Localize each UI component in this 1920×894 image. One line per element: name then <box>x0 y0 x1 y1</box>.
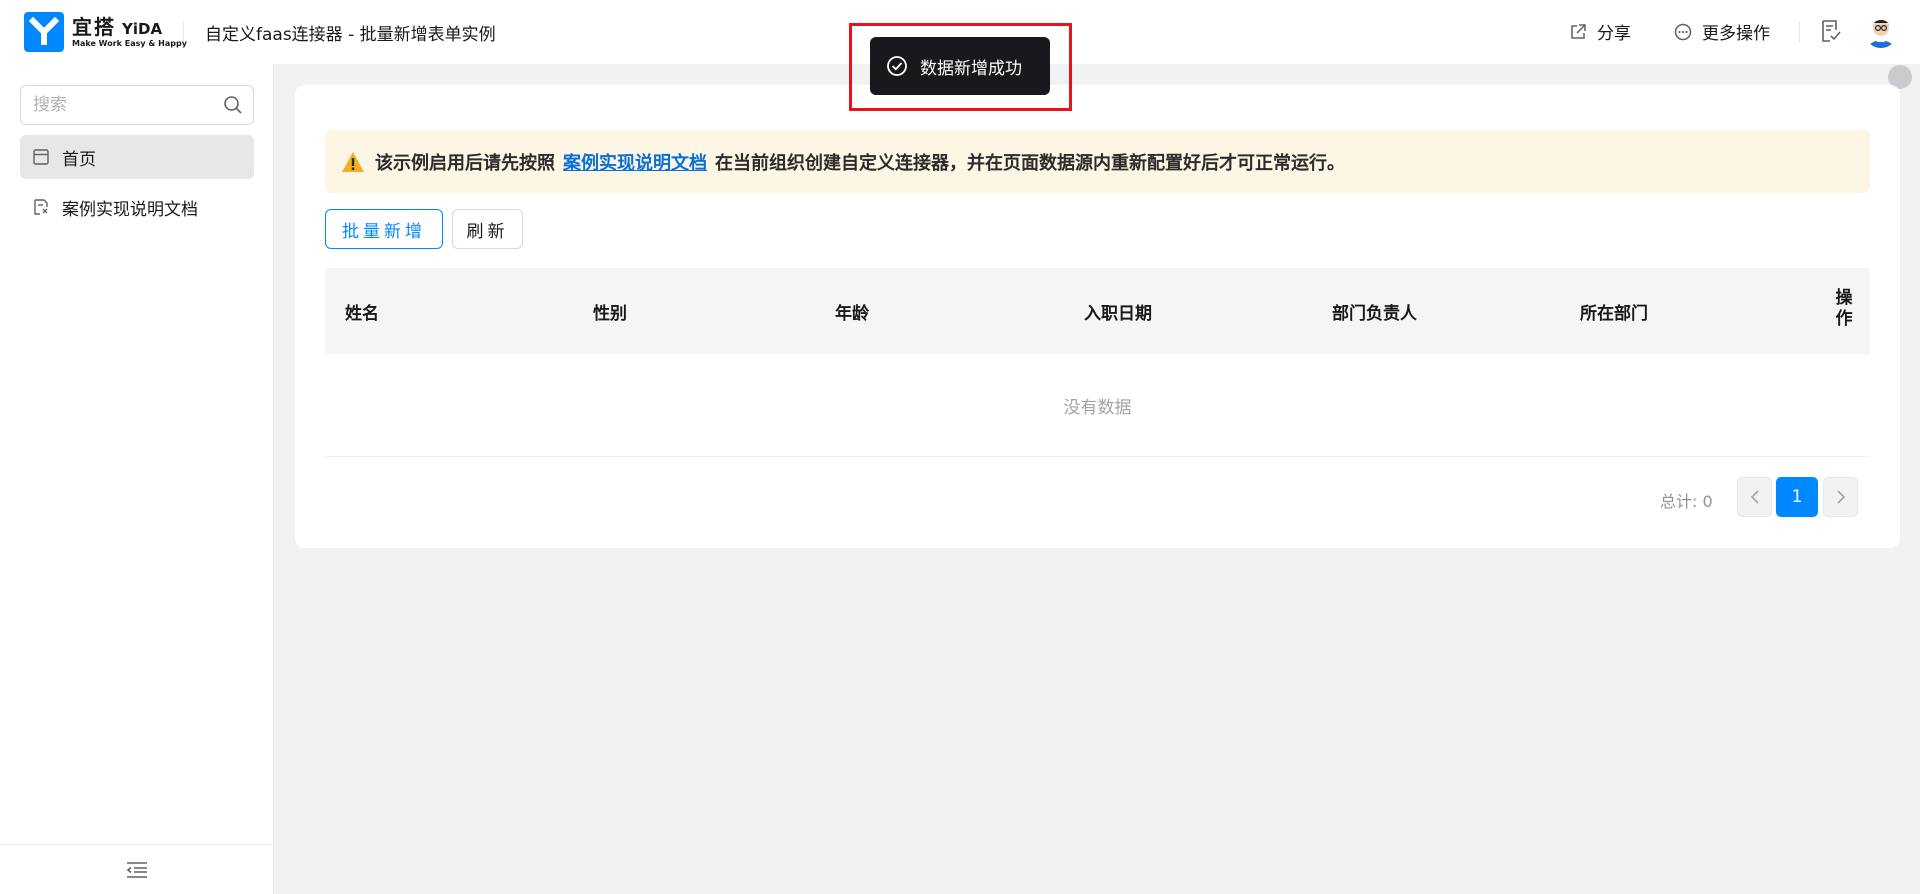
check-circle-icon <box>887 56 907 76</box>
column-header-department: 所在部门 <box>1580 304 1648 324</box>
column-header-gender: 性别 <box>593 304 627 324</box>
yida-logo-icon <box>24 12 64 52</box>
more-icon <box>1674 23 1692 40</box>
share-label: 分享 <box>1597 24 1631 44</box>
app-title: 自定义faas连接器 - 批量新增表单实例 <box>205 25 496 45</box>
doc-link[interactable]: 案例实现说明文档 <box>563 149 707 175</box>
todo-button[interactable] <box>1820 19 1852 43</box>
more-actions-button[interactable]: 更多操作 <box>1674 19 1770 44</box>
column-header-dept-head: 部门负责人 <box>1332 304 1417 324</box>
alert-prefix: 该示例启用后请先按照 <box>375 152 555 174</box>
empty-state: 没有数据 <box>325 354 1870 457</box>
yida-logo[interactable]: 宜搭 YiDA Make Work Easy & Happy <box>24 12 187 52</box>
search-icon[interactable] <box>223 95 243 115</box>
pagination-prev-button[interactable] <box>1737 477 1772 517</box>
pagination-page-1[interactable]: 1 <box>1776 477 1818 517</box>
alert-suffix: 在当前组织创建自定义连接器，并在页面数据源内重新配置好后才可正常运行。 <box>715 152 1345 174</box>
avatar-icon <box>1864 14 1898 48</box>
user-avatar[interactable] <box>1864 14 1898 48</box>
warning-alert: 该示例启用后请先按照 案例实现说明文档 在当前组织创建自定义连接器，并在页面数据… <box>325 130 1870 193</box>
warning-icon <box>342 151 364 172</box>
column-header-age: 年龄 <box>835 304 869 324</box>
sidebar-item-label: 首页 <box>62 149 96 170</box>
logo-cn: 宜搭 <box>72 14 116 39</box>
main-card: 该示例启用后请先按照 案例实现说明文档 在当前组织创建自定义连接器，并在页面数据… <box>295 85 1900 548</box>
logo-en: YiDA <box>122 19 163 38</box>
sidebar: 首页 案例实现说明文档 <box>0 64 274 894</box>
column-header-hire-date: 入职日期 <box>1084 304 1152 324</box>
pagination-next-button[interactable] <box>1823 477 1858 517</box>
task-list-icon <box>1822 20 1841 42</box>
chevron-left-icon <box>1750 490 1759 504</box>
sidebar-collapse[interactable] <box>0 844 274 894</box>
batch-add-button[interactable]: 批量新增 <box>325 209 443 249</box>
success-toast: 数据新增成功 <box>870 37 1050 95</box>
toast-message: 数据新增成功 <box>920 58 1022 79</box>
doc-link-icon <box>34 199 48 215</box>
chevron-right-icon <box>1836 490 1845 504</box>
refresh-button[interactable]: 刷新 <box>452 209 523 249</box>
header-divider <box>183 22 184 42</box>
logo-text: 宜搭 YiDA Make Work Easy & Happy <box>72 17 187 48</box>
search-input[interactable] <box>31 94 211 116</box>
sidebar-search[interactable] <box>20 85 254 125</box>
pagination-total: 总计: 0 <box>1660 492 1713 511</box>
share-button[interactable]: 分享 <box>1569 19 1631 44</box>
column-header-actions: 操作 <box>1835 288 1853 329</box>
collapse-menu-icon <box>126 861 147 878</box>
header-separator <box>1799 21 1800 43</box>
sidebar-item-doc[interactable]: 案例实现说明文档 <box>20 185 254 229</box>
share-icon <box>1571 23 1586 39</box>
more-label: 更多操作 <box>1702 24 1770 44</box>
logo-slogan: Make Work Easy & Happy <box>72 38 187 48</box>
page-icon <box>33 149 49 165</box>
column-header-name: 姓名 <box>345 304 379 324</box>
sidebar-item-home[interactable]: 首页 <box>20 135 254 179</box>
sidebar-item-label: 案例实现说明文档 <box>62 199 198 220</box>
table-header: 姓名 性别 年龄 入职日期 部门负责人 所在部门 操作 <box>325 268 1870 354</box>
